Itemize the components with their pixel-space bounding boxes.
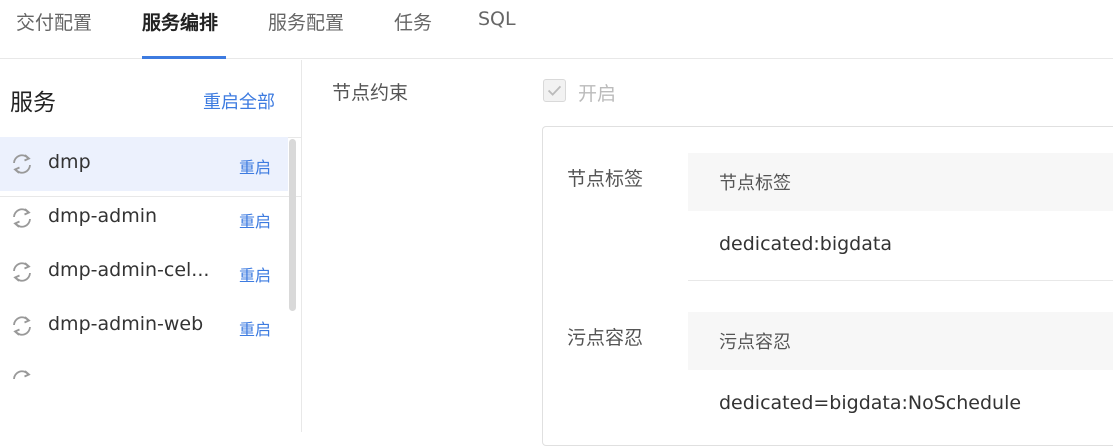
check-icon [547,85,562,96]
sidebar-title: 服务 [10,90,56,116]
node-labels-header: 节点标签 [688,153,1113,211]
service-item-dmp-admin-web[interactable]: dmp-admin-web 重启 [0,299,288,353]
service-list: dmp 重启 dmp-admin 重启 dmp-admin-cel... 重启 … [0,137,288,407]
restart-button[interactable]: 重启 [239,316,271,340]
active-tab-indicator [142,56,226,59]
service-item-dmp[interactable]: dmp 重启 [0,137,288,191]
top-tab-bar: 交付配置 服务编排 服务配置 任务 SQL [0,0,1113,59]
node-labels-label: 节点标签 [567,168,644,190]
node-labels-row: dedicated:bigdata [688,211,1113,281]
node-label-value: dedicated:bigdata [719,233,892,255]
service-name: dmp-admin-cel... [48,259,210,281]
service-name: dmp [48,151,91,173]
service-item-dmp-admin[interactable]: dmp-admin 重启 [0,191,288,245]
taint-toleration-column-header: 污点容忍 [719,332,791,353]
refresh-icon [13,316,31,336]
enable-label: 开启 [578,83,617,105]
refresh-icon [13,208,31,228]
taint-toleration-label: 污点容忍 [567,327,644,349]
taint-toleration-value: dedicated=bigdata:NoSchedule [719,392,1022,414]
refresh-icon [13,154,31,174]
taint-toleration-row: dedicated=bigdata:NoSchedule [688,370,1113,440]
service-item-dmp-admin-celery[interactable]: dmp-admin-cel... 重启 [0,245,288,299]
restart-button[interactable]: 重启 [239,262,271,286]
tab-delivery-config[interactable]: 交付配置 [16,8,92,35]
service-name: dmp-admin [48,205,158,227]
restart-button[interactable]: 重启 [239,208,271,232]
restart-button[interactable]: 重启 [239,154,271,178]
service-item-partial[interactable] [0,353,288,407]
node-constraint-label: 节点约束 [332,82,409,104]
node-labels-column-header: 节点标签 [719,173,791,194]
tab-tasks[interactable]: 任务 [394,8,432,35]
sidebar-scrollbar[interactable] [289,139,296,311]
enable-checkbox[interactable] [543,79,566,102]
tab-service-config[interactable]: 服务配置 [268,8,344,35]
tab-service-orchestration[interactable]: 服务编排 [142,8,218,35]
refresh-icon [13,370,31,380]
taint-toleration-header: 污点容忍 [688,312,1113,370]
service-name: dmp-admin-web [48,313,204,335]
tab-sql[interactable]: SQL [478,8,516,30]
restart-all-button[interactable]: 重启全部 [203,88,275,114]
refresh-icon [13,262,31,282]
